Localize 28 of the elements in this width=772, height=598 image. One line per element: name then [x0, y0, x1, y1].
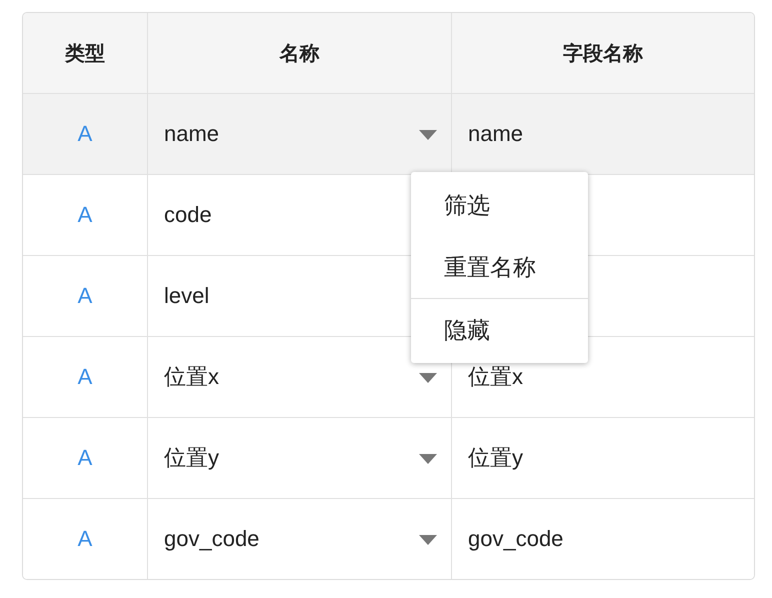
field-name-cell-text: 位置x: [468, 363, 523, 391]
caret-icon[interactable]: [419, 130, 437, 140]
field-name-cell-text: 位置y: [468, 444, 523, 472]
name-cell: name: [164, 121, 220, 147]
column-header[interactable]: 类型: [65, 40, 105, 66]
menu-item[interactable]: 隐藏: [411, 298, 588, 361]
name-cell-text: 位置y: [164, 444, 219, 472]
field-name-cell: name: [468, 121, 524, 147]
type-label: A: [78, 121, 92, 147]
table-row[interactable]: A gov_code gov_code: [23, 498, 754, 579]
name-cell: code: [164, 202, 212, 228]
caret-icon[interactable]: [419, 454, 437, 464]
table-row[interactable]: A name name: [23, 93, 754, 174]
name-cell-text: 位置x: [164, 363, 219, 391]
caret-icon[interactable]: [419, 373, 437, 383]
column-header[interactable]: 名称: [280, 40, 320, 66]
caret-icon[interactable]: [419, 535, 437, 545]
name-cell: gov_code: [164, 526, 260, 552]
type-label: A: [78, 364, 92, 390]
type-label: A: [78, 202, 92, 228]
type-label: A: [78, 445, 92, 471]
column-header[interactable]: 字段名称: [563, 40, 643, 66]
table-row[interactable]: A 位置y 位置y: [23, 417, 754, 498]
type-label: A: [78, 526, 92, 552]
type-label: A: [78, 283, 92, 309]
menu-item[interactable]: 筛选: [411, 174, 588, 236]
field-name-cell: gov_code: [468, 526, 564, 552]
name-cell: level: [164, 283, 210, 309]
